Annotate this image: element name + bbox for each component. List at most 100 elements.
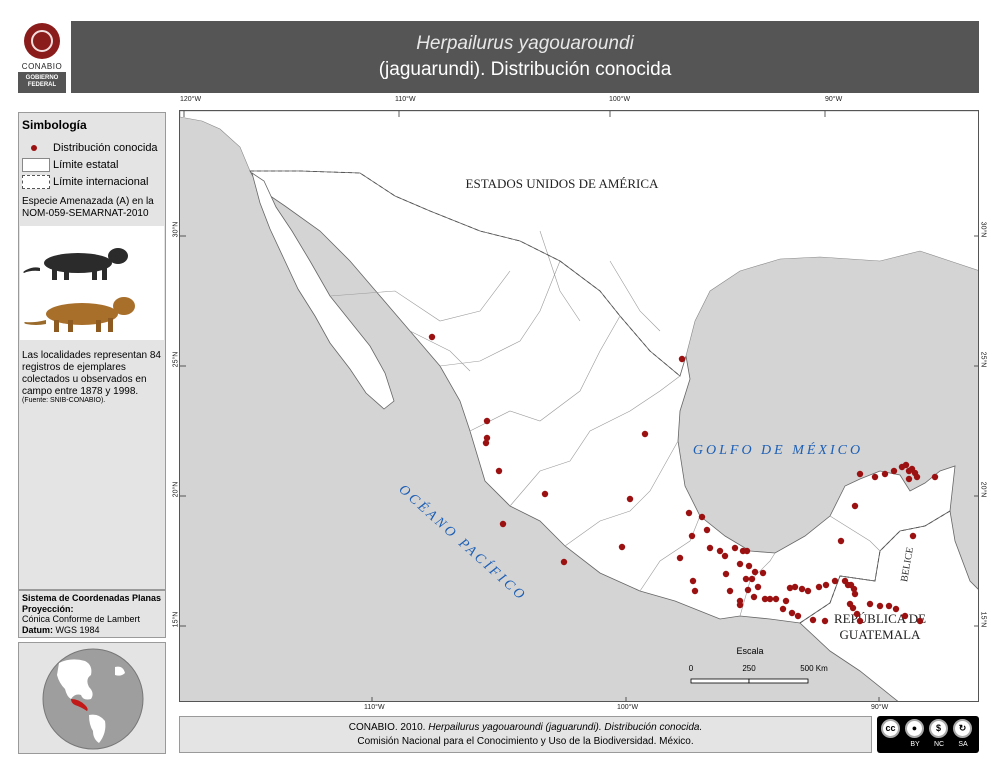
tick-lat-left-15: 15°N bbox=[172, 611, 180, 628]
tick-lon-top-100: 100°W bbox=[609, 96, 631, 103]
occurrence-point bbox=[678, 355, 686, 363]
tick-lat-left-25: 25°N bbox=[172, 351, 180, 368]
occurrence-point bbox=[722, 570, 730, 578]
jaguarundi-illustration-icon bbox=[23, 248, 135, 332]
international-boundary-symbol bbox=[22, 175, 50, 189]
occurrence-point bbox=[703, 526, 711, 534]
citation-line-1: CONABIO. 2010. Herpailurus yagouaroundi … bbox=[179, 722, 872, 733]
occurrence-point bbox=[798, 585, 806, 593]
occurrence-point bbox=[428, 333, 436, 341]
occurrence-point bbox=[782, 597, 790, 605]
title-species: Herpailurus yagouaroundi bbox=[416, 33, 634, 54]
label-guatemala-1: REPÚBLICA DE bbox=[834, 611, 926, 626]
records-source: (Fuente: SNIB-CONABIO). bbox=[22, 397, 106, 404]
occurrence-point bbox=[851, 502, 859, 510]
occurrence-point bbox=[772, 595, 780, 603]
occurrence-point bbox=[689, 577, 697, 585]
occurrence-point bbox=[931, 473, 939, 481]
records-note: Las localidades representan 84 registros… bbox=[22, 350, 161, 397]
mexico-map: ESTADOS UNIDOS DE AMÉRICA GOLFO DE MÉXIC… bbox=[180, 111, 978, 701]
datum-label: Datum: bbox=[22, 624, 53, 635]
state-boundary-symbol bbox=[22, 158, 50, 172]
occurrence-point bbox=[871, 473, 879, 481]
occurrence-point bbox=[916, 617, 924, 625]
occurrence-point bbox=[495, 467, 503, 475]
tick-lon-top-120: 120°W bbox=[180, 96, 202, 103]
distribution-point-symbol bbox=[31, 145, 37, 151]
tick-lon-bottom-110: 110°W bbox=[364, 704, 385, 711]
occurrence-point bbox=[890, 467, 898, 475]
creative-commons-badge[interactable]: cc ● $ ↻ BY NC SA bbox=[877, 716, 979, 753]
occurrence-point bbox=[892, 605, 900, 613]
license-sa: SA bbox=[958, 741, 968, 748]
sharealike-icon: ↻ bbox=[953, 719, 972, 738]
occurrence-point bbox=[902, 461, 910, 469]
label-gulf: GOLFO DE MÉXICO bbox=[693, 441, 863, 458]
occurrence-point bbox=[909, 532, 917, 540]
occurrence-point bbox=[688, 532, 696, 540]
gobierno-federal-badge: GOBIERNO FEDERAL bbox=[18, 72, 66, 93]
occurrence-point bbox=[831, 577, 839, 585]
legend-item-distribution: Distribución conocida bbox=[53, 142, 158, 154]
scale-title: Escala bbox=[736, 646, 763, 656]
occurrence-point bbox=[804, 587, 812, 595]
occurrence-point bbox=[881, 470, 889, 478]
species-illustration bbox=[20, 226, 164, 340]
legend-item-state-boundary: Límite estatal bbox=[53, 159, 119, 171]
occurrence-point bbox=[499, 520, 507, 528]
occurrence-point bbox=[731, 544, 739, 552]
gov-line-1: GOBIERNO bbox=[25, 75, 59, 81]
occurrence-point bbox=[736, 601, 744, 609]
label-guatemala-2: GUATEMALA bbox=[840, 627, 921, 642]
legend-title: Simbología bbox=[22, 118, 87, 132]
occurrence-point bbox=[759, 569, 767, 577]
occurrence-point bbox=[736, 560, 744, 568]
header-bar bbox=[71, 21, 979, 93]
occurrence-point bbox=[641, 430, 649, 438]
occurrence-point bbox=[618, 543, 626, 551]
datum-value: WGS 1984 bbox=[55, 624, 100, 635]
noncommercial-icon: $ bbox=[929, 719, 948, 738]
tick-lon-top-110: 110°W bbox=[395, 96, 416, 103]
occurrence-point bbox=[856, 617, 864, 625]
scale-segment-2 bbox=[748, 678, 809, 684]
occurrence-point bbox=[853, 610, 861, 618]
occurrence-point bbox=[750, 593, 758, 601]
occurrence-point bbox=[766, 595, 774, 603]
occurrence-point bbox=[791, 583, 799, 591]
occurrence-point bbox=[685, 509, 693, 517]
occurrence-point bbox=[706, 544, 714, 552]
occurrence-point bbox=[698, 513, 706, 521]
legend-item-international-boundary: Límite internacional bbox=[53, 176, 149, 188]
occurrence-point bbox=[866, 600, 874, 608]
occurrence-point bbox=[788, 609, 796, 617]
tick-lat-right-30: 30°N bbox=[979, 221, 987, 238]
scale-tick-0: 0 bbox=[689, 664, 694, 673]
projection-label: Proyección: bbox=[22, 603, 74, 614]
occurrence-point bbox=[751, 568, 759, 576]
occurrence-point bbox=[849, 604, 857, 612]
title-subtitle: (jaguarundi). Distribución conocida bbox=[378, 59, 672, 80]
occurrence-point bbox=[815, 583, 823, 591]
map-frame: ESTADOS UNIDOS DE AMÉRICA GOLFO DE MÉXIC… bbox=[179, 110, 979, 702]
tick-lat-left-20: 20°N bbox=[172, 481, 180, 498]
tick-lat-right-15: 15°N bbox=[979, 611, 987, 628]
occurrence-point bbox=[901, 612, 909, 620]
occurrence-point bbox=[748, 575, 756, 583]
occurrence-point bbox=[560, 558, 568, 566]
occurrence-point bbox=[745, 562, 753, 570]
scale-tick-250: 250 bbox=[742, 664, 756, 673]
tick-lat-right-25: 25°N bbox=[979, 351, 987, 368]
license-by: BY bbox=[910, 741, 920, 748]
license-nc: NC bbox=[933, 741, 945, 748]
occurrence-point bbox=[744, 586, 752, 594]
citation-line-2: Comisión Nacional para el Conocimiento y… bbox=[357, 736, 694, 747]
occurrence-point bbox=[794, 612, 802, 620]
occurrence-point bbox=[743, 547, 751, 555]
occurrence-point bbox=[913, 473, 921, 481]
conabio-emblem-icon bbox=[24, 23, 60, 59]
occurrence-point bbox=[726, 587, 734, 595]
occurrence-point bbox=[541, 490, 549, 498]
occurrence-point bbox=[837, 537, 845, 545]
gov-line-2: FEDERAL bbox=[27, 82, 57, 88]
